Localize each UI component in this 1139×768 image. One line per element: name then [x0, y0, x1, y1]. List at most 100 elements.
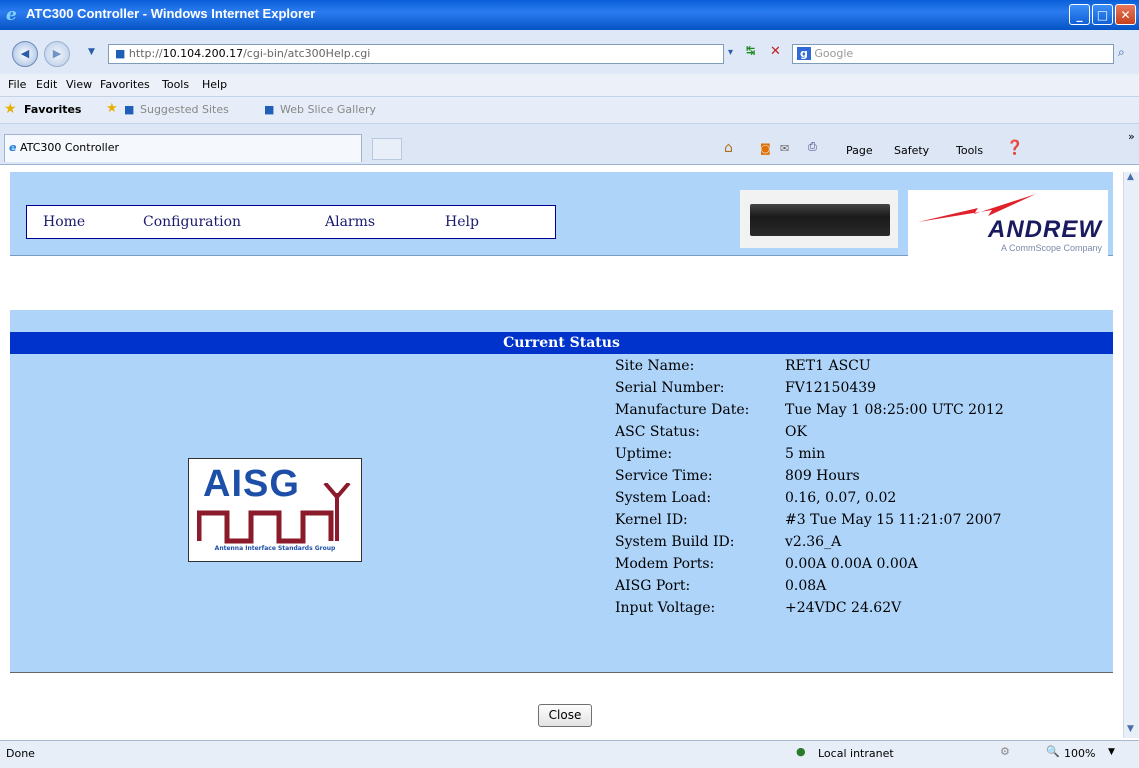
menu-help[interactable]: Help [202, 78, 227, 91]
value-kernel-id: #3 Tue May 15 11:21:07 2007 [785, 512, 1002, 528]
chevron-right-icon[interactable]: » [1128, 130, 1135, 143]
vertical-scrollbar[interactable]: ▲ ▼ [1123, 172, 1139, 738]
scroll-down-icon[interactable]: ▼ [1127, 724, 1134, 734]
device-image [740, 190, 898, 248]
label-input-voltage: Input Voltage: [615, 600, 716, 616]
ie-icon: e [9, 141, 17, 154]
title-bar: e ATC300 Controller - Windows Internet E… [0, 0, 1139, 30]
value-aisg-port: 0.08A [785, 578, 827, 594]
favorites-bar: ★ Favorites ★ ■ Suggested Sites ■ Web Sl… [0, 97, 1139, 124]
print-icon[interactable]: ⎙ [808, 140, 817, 154]
back-button[interactable]: ◀ [12, 41, 38, 67]
label-uptime: Uptime: [615, 446, 673, 462]
address-input[interactable]: ■ http://10.104.200.17/cgi-bin/atc300Hel… [108, 44, 724, 64]
search-input[interactable]: g Google [792, 44, 1114, 64]
label-service-time: Service Time: [615, 468, 713, 484]
status-heading: Current Status [10, 332, 1113, 354]
value-modem-ports: 0.00A 0.00A 0.00A [785, 556, 918, 572]
antenna-icon [197, 483, 351, 544]
page-menu[interactable]: Page [846, 144, 873, 157]
ie-page-icon: ■ [264, 103, 275, 116]
close-button[interactable]: Close [538, 704, 592, 727]
home-icon[interactable]: ⌂ [724, 140, 733, 156]
history-dropdown-icon[interactable]: ▼ [88, 47, 95, 57]
nav-configuration[interactable]: Configuration [143, 214, 241, 230]
search-icon[interactable]: ⌕ [1118, 45, 1125, 60]
value-system-load: 0.16, 0.07, 0.02 [785, 490, 897, 506]
andrew-brand: ANDREW [988, 216, 1102, 243]
zone-label: Local intranet [818, 747, 894, 760]
label-asc-status: ASC Status: [615, 424, 700, 440]
status-panel: AISG Antenna Interface Standards Group S… [10, 354, 1113, 673]
google-icon: g [797, 47, 811, 60]
label-system-build-id: System Build ID: [615, 534, 735, 550]
close-window-button[interactable]: ✕ [1115, 4, 1136, 25]
window-title: ATC300 Controller - Windows Internet Exp… [26, 6, 316, 21]
label-modem-ports: Modem Ports: [615, 556, 715, 572]
address-dropdown-icon[interactable]: ▾ [728, 47, 733, 58]
url-path: /cgi-bin/atc300Help.cgi [243, 47, 371, 60]
add-favorite-icon[interactable]: ★ [106, 101, 118, 116]
menu-view[interactable]: View [66, 78, 92, 91]
favorites-star-icon: ★ [4, 101, 17, 117]
andrew-logo: ANDREW A CommScope Company [908, 190, 1108, 256]
value-site-name: RET1 ASCU [785, 358, 871, 374]
label-site-name: Site Name: [615, 358, 695, 374]
value-uptime: 5 min [785, 446, 826, 462]
value-system-build-id: v2.36_A [785, 534, 842, 550]
label-kernel-id: Kernel ID: [615, 512, 688, 528]
nav-alarms[interactable]: Alarms [325, 214, 375, 230]
minimize-button[interactable]: _ [1069, 4, 1090, 25]
tab-atc300[interactable]: e ATC300 Controller [4, 134, 362, 162]
new-tab-button[interactable] [372, 138, 402, 160]
maximize-button[interactable]: □ [1092, 4, 1113, 25]
url-prefix: http:// [128, 47, 163, 60]
menu-edit[interactable]: Edit [36, 78, 57, 91]
menu-tools[interactable]: Tools [162, 78, 189, 91]
safety-menu[interactable]: Safety [894, 144, 929, 157]
scroll-up-icon[interactable]: ▲ [1127, 172, 1134, 182]
refresh-icon[interactable]: ↹ [746, 44, 755, 57]
favorites-button[interactable]: Favorites [24, 103, 81, 116]
value-service-time: 809 Hours [785, 468, 860, 484]
value-serial-number: FV12150439 [785, 380, 877, 396]
zoom-dropdown-icon[interactable]: ▼ [1108, 747, 1115, 757]
search-placeholder: Google [814, 47, 854, 60]
label-manufacture-date: Manufacture Date: [615, 402, 750, 418]
nav-home[interactable]: Home [43, 214, 85, 230]
label-system-load: System Load: [615, 490, 712, 506]
andrew-subtitle: A CommScope Company [1000, 243, 1102, 253]
ie-page-icon: ■ [124, 103, 135, 116]
zoom-level[interactable]: 100% [1064, 747, 1095, 760]
ie-icon: e [6, 5, 17, 25]
aisg-caption: Antenna Interface Standards Group [214, 545, 336, 552]
forward-button[interactable]: ▶ [44, 41, 70, 67]
label-serial-number: Serial Number: [615, 380, 725, 396]
menu-favorites[interactable]: Favorites [100, 78, 150, 91]
menu-file[interactable]: File [8, 78, 26, 91]
page-content: Home Configuration Alarms Help ANDREW A … [10, 172, 1123, 738]
help-icon[interactable]: ❓ [1006, 140, 1023, 156]
aisg-logo: AISG Antenna Interface Standards Group [188, 458, 362, 562]
label-aisg-port: AISG Port: [615, 578, 691, 594]
value-asc-status: OK [785, 424, 807, 440]
main-nav: Home Configuration Alarms Help [26, 205, 556, 239]
header-band: Home Configuration Alarms Help ANDREW A … [10, 172, 1113, 256]
value-input-voltage: +24VDC 24.62V [785, 600, 902, 616]
menu-bar: File Edit View Favorites Tools Help [0, 74, 1139, 97]
protected-mode-icon[interactable]: ⚙ [1000, 745, 1010, 758]
suggested-sites-link[interactable]: Suggested Sites [140, 103, 229, 116]
stop-icon[interactable]: ✕ [770, 44, 781, 59]
mail-icon[interactable]: ✉ [780, 142, 789, 155]
page-icon: ■ [115, 47, 126, 60]
tab-title: ATC300 Controller [19, 141, 119, 154]
feeds-icon[interactable]: ◙ [760, 142, 771, 155]
sub-band [10, 310, 1113, 332]
intranet-icon: ● [796, 745, 806, 758]
tools-menu[interactable]: Tools [956, 144, 983, 157]
web-slice-link[interactable]: Web Slice Gallery [280, 103, 376, 116]
zoom-icon: 🔍 [1046, 745, 1060, 758]
nav-help[interactable]: Help [445, 214, 479, 230]
status-text: Done [6, 747, 35, 760]
browser-status-bar: Done ● Local intranet ⚙ 🔍 100% ▼ [0, 740, 1139, 768]
